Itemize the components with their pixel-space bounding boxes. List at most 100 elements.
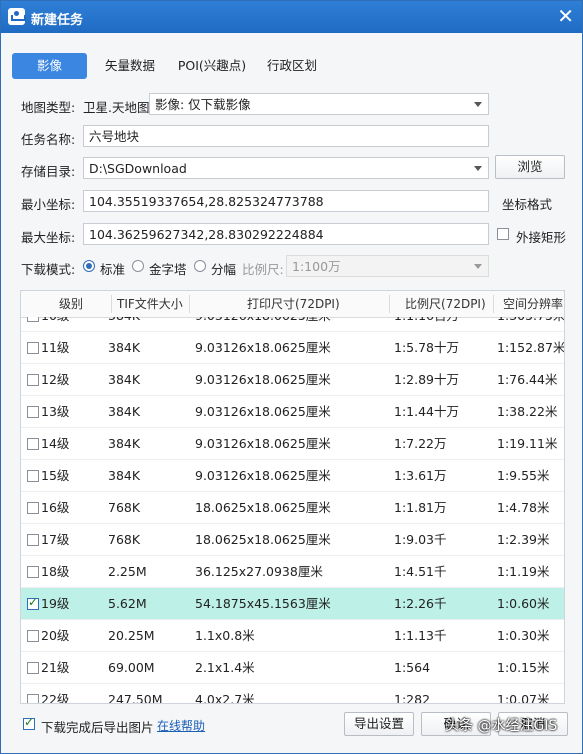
map-source-text: 卫星.天地图 [83, 100, 150, 115]
cell-tif-size: 384K [108, 340, 141, 355]
cell-resolution: 1:0.07米 [497, 692, 550, 703]
cell-scale: 1:2.89十万 [394, 372, 459, 387]
task-name-input[interactable]: 六号地块 [83, 125, 489, 147]
export-settings-button[interactable]: 导出设置 [344, 712, 414, 736]
cell-scale: 1:1.81万 [394, 500, 447, 515]
tab-poi[interactable]: POI(兴趣点) [174, 53, 250, 79]
row-checkbox[interactable] [27, 566, 39, 578]
map-type-label: 地图类型: [21, 100, 76, 115]
cell-scale: 1:5.78十万 [394, 340, 459, 355]
table-row[interactable]: 16级 768K 18.0625x18.0625厘米 1:1.81万 1:4.78米 [21, 492, 564, 524]
app-icon [8, 8, 26, 25]
header-tif-size[interactable]: TIF文件大小 [117, 291, 183, 317]
table-row[interactable]: 13级 384K 9.03126x18.0625厘米 1:1.44十万 1:38.22米 [21, 396, 564, 428]
close-icon[interactable]: ✕ [557, 4, 574, 28]
header-resolution[interactable]: 空间分辨率 [503, 291, 563, 317]
export-after-download-label: 下载完成后导出图片 [41, 720, 154, 735]
cell-level: 11级 [41, 340, 70, 355]
mode-tiles-radio[interactable] [194, 260, 206, 272]
map-type-select[interactable]: 影像: 仅下载影像 [149, 93, 489, 115]
row-checkbox[interactable] [27, 317, 39, 322]
table-row[interactable]: 18级 2.25M 36.125x27.0938厘米 1:4.51千 1:1.19米 [21, 556, 564, 588]
table-row[interactable]: 10级 384K 9.03126x18.0625厘米 1:1.16百万 1:305.75… [21, 317, 564, 332]
cell-resolution: 1:19.11米 [497, 436, 558, 451]
cell-tif-size: 247.50M [108, 692, 163, 703]
max-coord-label: 最大坐标: [21, 230, 76, 245]
new-task-dialog: 新建任务 ✕ 影像 矢量数据 POI(兴趣点) 行政区划 地图类型: 卫星.天地… [0, 0, 583, 754]
cell-level: 14级 [41, 436, 70, 451]
min-coord-input[interactable]: 104.35519337654,28.825324773788 [83, 190, 489, 212]
row-checkbox[interactable] [27, 406, 39, 418]
cell-level: 18级 [41, 564, 70, 579]
table-row[interactable]: 20级 20.25M 1.1x0.8米 1:1.13千 1:0.30米 [21, 620, 564, 652]
row-checkbox[interactable] [27, 342, 39, 354]
tab-admin-division[interactable]: 行政区划 [263, 53, 321, 79]
table-row[interactable]: 22级 247.50M 4.0x2.7米 1:282 1:0.07米 [21, 684, 564, 703]
tab-imagery[interactable]: 影像 [12, 53, 87, 79]
scale-select[interactable]: 1:100万 [286, 255, 489, 277]
row-checkbox[interactable] [27, 694, 39, 703]
cell-scale: 1:1.13千 [394, 628, 447, 643]
row-checkbox[interactable] [27, 595, 39, 610]
cell-level: 13级 [41, 404, 70, 419]
cell-print-size: 18.0625x18.0625厘米 [195, 500, 331, 515]
table-row[interactable]: 11级 384K 9.03126x18.0625厘米 1:5.78十万 1:152.87… [21, 332, 564, 364]
row-checkbox[interactable] [27, 438, 39, 450]
header-divider [493, 295, 494, 313]
header-divider [389, 295, 390, 313]
watermark: 头条 @水经注GIS [445, 718, 558, 734]
row-checkbox[interactable] [27, 534, 39, 546]
row-checkbox[interactable] [27, 630, 39, 642]
cell-resolution: 1:4.78米 [497, 500, 550, 515]
export-after-download-checkbox[interactable] [23, 715, 35, 730]
cell-print-size: 9.03126x18.0625厘米 [195, 404, 331, 419]
cell-scale: 1:1.16百万 [394, 317, 459, 331]
mode-standard-radio[interactable] [83, 260, 95, 272]
cell-level: 12级 [41, 372, 70, 387]
cell-scale: 1:9.03千 [394, 532, 447, 547]
coord-format-label[interactable]: 坐标格式 [502, 194, 552, 213]
row-checkbox[interactable] [27, 662, 39, 674]
chevron-down-icon [474, 102, 482, 107]
online-help-link[interactable]: 在线帮助 [157, 717, 205, 734]
header-scale[interactable]: 比例尺(72DPI) [405, 291, 486, 317]
chevron-down-icon [474, 264, 482, 269]
tab-vector-data[interactable]: 矢量数据 [99, 53, 161, 79]
cell-tif-size: 384K [108, 404, 141, 419]
table-row[interactable]: 17级 768K 18.0625x18.0625厘米 1:9.03千 1:2.39米 [21, 524, 564, 556]
table-row[interactable]: 19级 5.62M 54.1875x45.1563厘米 1:2.26千 1:0.60米 [21, 588, 564, 620]
row-checkbox[interactable] [27, 502, 39, 514]
row-checkbox[interactable] [27, 470, 39, 482]
cell-resolution: 1:0.60米 [497, 596, 550, 611]
header-divider [189, 295, 190, 313]
cell-tif-size: 384K [108, 436, 141, 451]
table-row[interactable]: 21级 69.00M 2.1x1.4米 1:564 1:0.15米 [21, 652, 564, 684]
header-level[interactable]: 级别 [59, 291, 83, 317]
cell-scale: 1:564 [394, 660, 431, 675]
cell-level: 20级 [41, 628, 70, 643]
row-checkbox[interactable] [27, 374, 39, 386]
storage-label: 存储目录: [21, 164, 76, 179]
cell-print-size: 36.125x27.0938厘米 [195, 564, 323, 579]
cell-print-size: 18.0625x18.0625厘米 [195, 532, 331, 547]
scale-value: 1:100万 [292, 259, 341, 274]
table-row[interactable]: 15级 384K 9.03126x18.0625厘米 1:3.61万 1:9.55米 [21, 460, 564, 492]
cell-scale: 1:282 [394, 692, 431, 703]
table-row[interactable]: 14级 384K 9.03126x18.0625厘米 1:7.22万 1:19.11米 [21, 428, 564, 460]
browse-button[interactable]: 浏览 [495, 155, 565, 179]
table-row[interactable]: 12级 384K 9.03126x18.0625厘米 1:2.89十万 1:76.44米 [21, 364, 564, 396]
bbox-checkbox[interactable] [497, 228, 509, 240]
header-print-size[interactable]: 打印尺寸(72DPI) [247, 291, 340, 317]
storage-select[interactable]: D:\SGDownload [83, 157, 489, 179]
cell-resolution: 1:152.87米 [497, 340, 564, 355]
mode-pyramid-radio[interactable] [132, 260, 144, 272]
cell-resolution: 1:9.55米 [497, 468, 550, 483]
cell-resolution: 1:0.30米 [497, 628, 550, 643]
cell-resolution: 1:0.15米 [497, 660, 550, 675]
cell-level: 21级 [41, 660, 70, 675]
cell-tif-size: 384K [108, 372, 141, 387]
cell-print-size: 2.1x1.4米 [195, 660, 255, 675]
cell-tif-size: 69.00M [108, 660, 155, 675]
max-coord-input[interactable]: 104.36259627342,28.830292224884 [83, 223, 489, 245]
title-bar[interactable]: 新建任务 ✕ [1, 1, 582, 33]
